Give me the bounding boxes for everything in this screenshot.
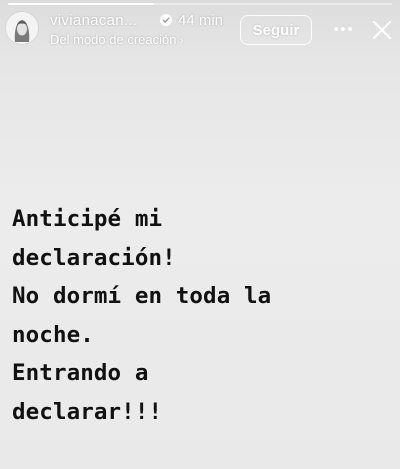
- verified-badge-icon: [160, 14, 172, 26]
- creation-mode-link[interactable]: Del modo de creación ›: [50, 32, 183, 47]
- story-text-line: noche.: [12, 321, 94, 348]
- story-text: Anticipé mi declaración! No dormí en toda …: [12, 200, 397, 431]
- more-horizontal-icon[interactable]: [332, 22, 354, 36]
- username[interactable]: vivianacan...: [50, 12, 137, 29]
- story-background[interactable]: vivianacan... 44 min Del modo de creació…: [0, 0, 400, 469]
- story-text-line: Anticipé mi: [12, 206, 163, 232]
- close-icon[interactable]: [371, 19, 393, 41]
- chevron-right-icon: ›: [179, 33, 184, 47]
- creation-mode-label: Del modo de creación: [50, 32, 177, 47]
- story-text-line: declaración!: [12, 244, 176, 271]
- avatar[interactable]: [6, 12, 38, 44]
- story-header: vivianacan... 44 min Del modo de creació…: [0, 0, 400, 62]
- story-text-line: Entrando a: [12, 360, 149, 386]
- story-text-line: No dormí en toda la: [12, 283, 272, 309]
- follow-button[interactable]: Seguir: [240, 15, 312, 45]
- story-text-line: declarar!!!: [12, 398, 163, 425]
- avatar-photo-icon: [6, 12, 38, 44]
- story-timestamp: 44 min: [178, 12, 224, 29]
